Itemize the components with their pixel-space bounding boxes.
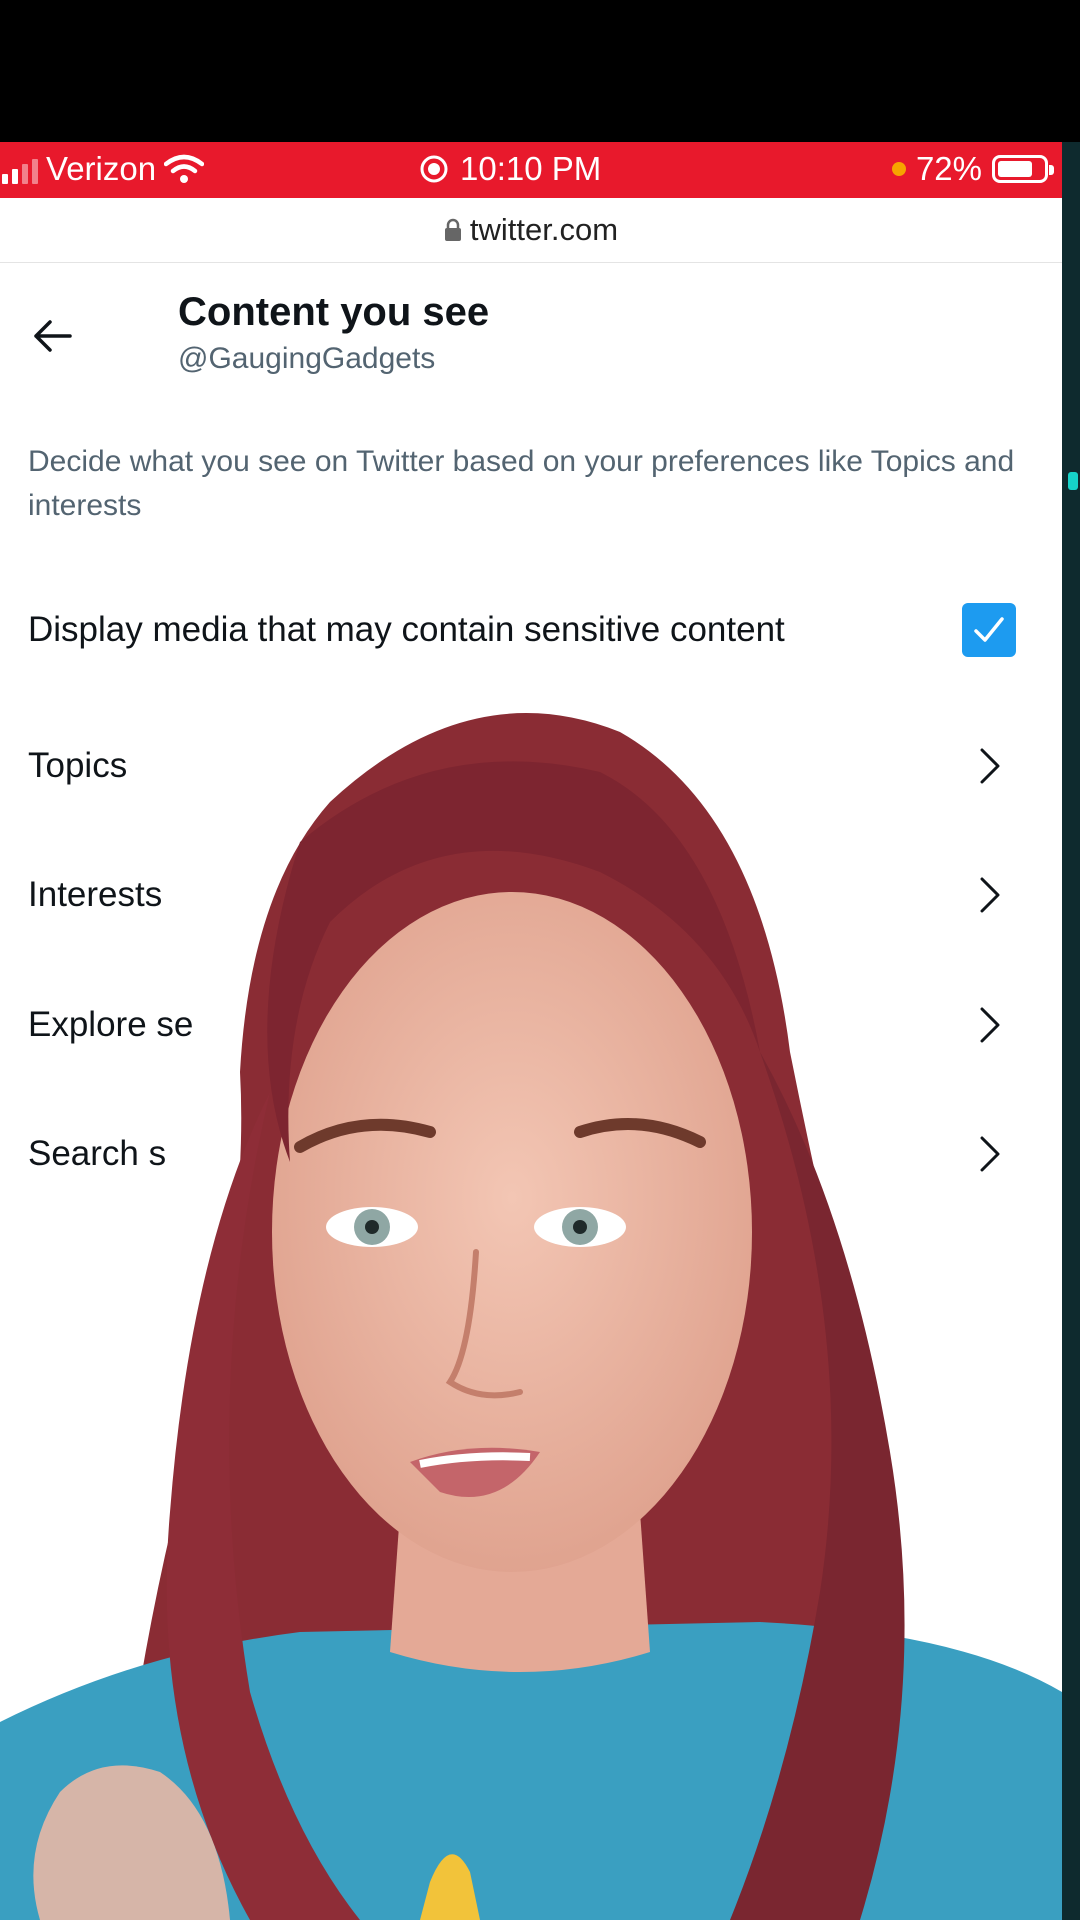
top-black-bar bbox=[0, 0, 1080, 142]
status-bar: Verizon 10:10 PM 72% bbox=[0, 142, 1062, 198]
lock-icon bbox=[444, 218, 461, 241]
account-handle: @GaugingGadgets bbox=[178, 342, 436, 375]
sensitive-media-row[interactable]: Display media that may contain sensitive… bbox=[0, 580, 1062, 680]
chevron-right-icon bbox=[980, 748, 1000, 784]
right-edge-strip bbox=[1062, 142, 1080, 1920]
phone-screen: Verizon 10:10 PM 72% twitter.com Content… bbox=[0, 142, 1062, 1920]
sensitive-media-label: Display media that may contain sensitive… bbox=[28, 610, 785, 649]
settings-item-search[interactable]: Search s bbox=[0, 1104, 1062, 1204]
settings-item-interests[interactable]: Interests bbox=[0, 845, 1062, 945]
chevron-right-icon bbox=[980, 1007, 1000, 1043]
settings-item-label: Interests bbox=[28, 875, 163, 914]
settings-item-topics[interactable]: Topics bbox=[0, 716, 1062, 816]
battery-percent: 72% bbox=[915, 150, 982, 187]
carrier-name: Verizon bbox=[46, 150, 157, 187]
sensitive-media-checkbox[interactable] bbox=[962, 603, 1016, 657]
chevron-right-icon bbox=[980, 877, 1000, 913]
screen-record-icon bbox=[420, 155, 448, 183]
url-bar[interactable]: twitter.com bbox=[0, 198, 1062, 263]
page-description: Decide what you see on Twitter based on … bbox=[28, 445, 1015, 522]
status-time: 10:10 PM bbox=[460, 150, 602, 187]
settings-item-label: Topics bbox=[28, 746, 128, 785]
checkmark-icon bbox=[974, 617, 1004, 642]
chevron-right-icon bbox=[980, 1136, 1000, 1172]
page-title: Content you see bbox=[178, 290, 490, 334]
signal-icon bbox=[2, 154, 38, 184]
orange-dot-icon bbox=[891, 162, 906, 176]
settings-item-label: Search s bbox=[28, 1134, 167, 1173]
back-arrow-icon[interactable] bbox=[30, 314, 74, 358]
battery-icon bbox=[992, 155, 1054, 183]
url-text: twitter.com bbox=[469, 212, 619, 247]
wifi-icon bbox=[164, 154, 205, 183]
settings-item-label: Explore se bbox=[28, 1005, 194, 1044]
settings-item-explore[interactable]: Explore se bbox=[0, 975, 1062, 1075]
